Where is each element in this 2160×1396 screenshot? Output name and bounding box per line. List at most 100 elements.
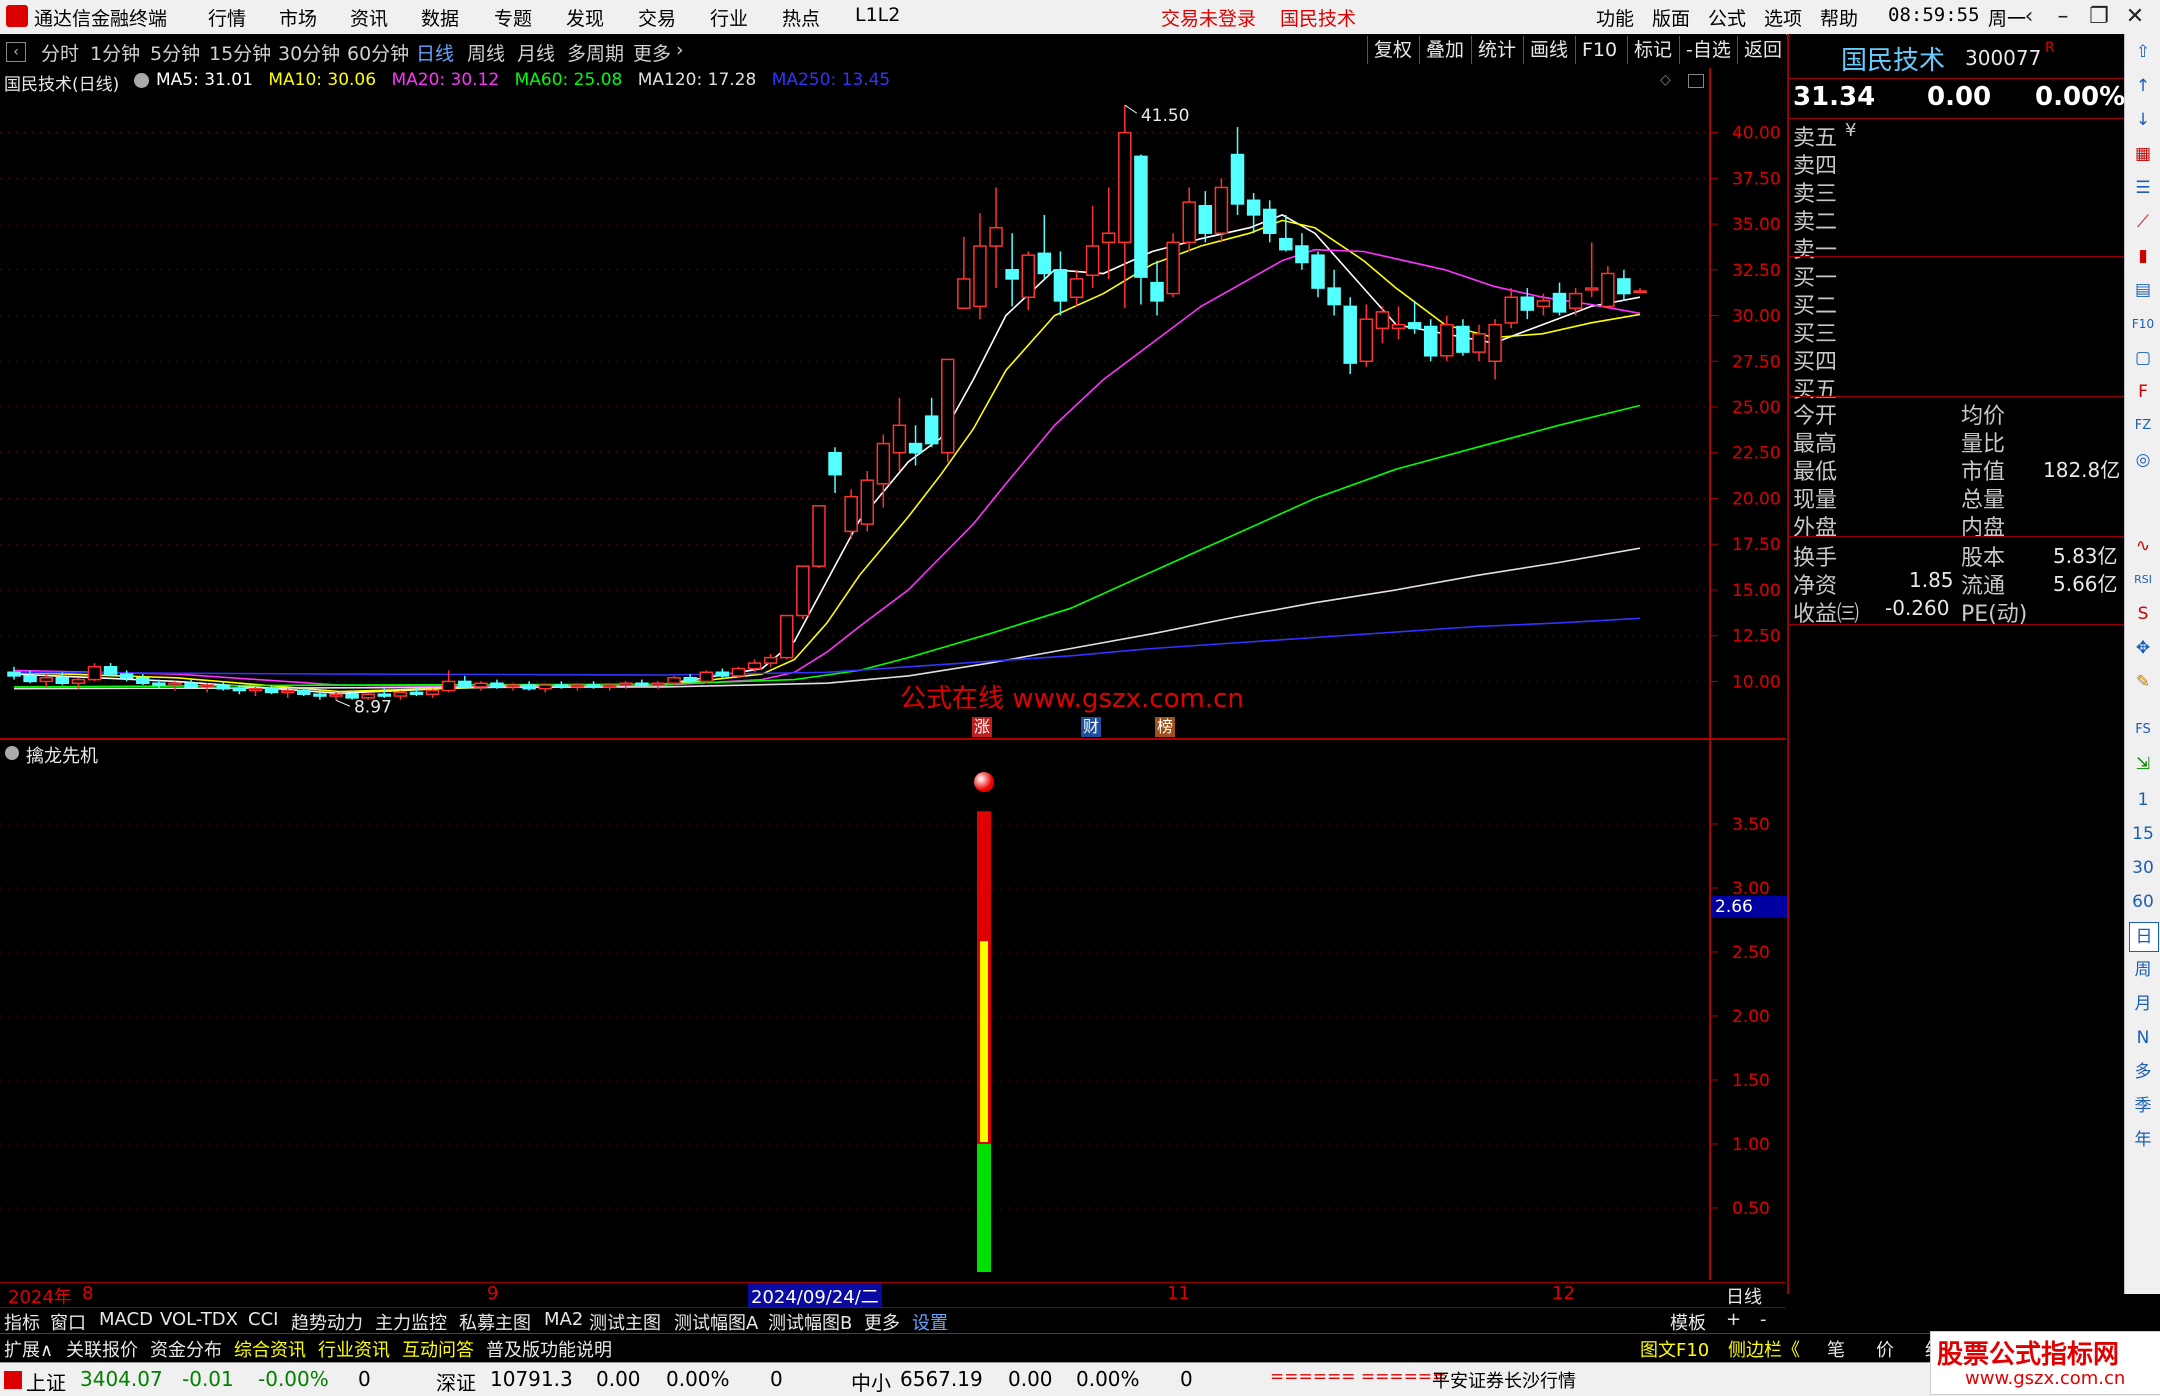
menu-redian[interactable]: 热点 — [782, 4, 820, 31]
circle-icon[interactable]: ◎ — [2129, 446, 2157, 474]
news-icon[interactable]: ▤ — [2129, 276, 2157, 304]
period-ji-button[interactable]: 季 — [2129, 1092, 2157, 1120]
list-icon[interactable]: ☰ — [2129, 174, 2157, 202]
tab-vol-tdx[interactable]: VOL-TDX — [160, 1309, 238, 1330]
period-30min[interactable]: 30分钟 — [278, 39, 340, 66]
tab-hangye-zixun[interactable]: 行业资讯 — [318, 1336, 390, 1362]
tool-huaxian[interactable]: 画线 — [1523, 36, 1574, 64]
zx-label[interactable]: 中小 — [851, 1367, 891, 1396]
menu-gongshi[interactable]: 公式 — [1708, 4, 1746, 31]
tab-bi[interactable]: 笔 — [1827, 1336, 1845, 1362]
broker-name[interactable]: 平安证券长沙行情 — [1432, 1367, 1576, 1393]
period-multi[interactable]: 多周期 — [567, 39, 624, 66]
period-weekly[interactable]: 周线 — [467, 39, 505, 66]
period-n-button[interactable]: N — [2129, 1024, 2157, 1052]
period-60-button[interactable]: 60 — [2129, 888, 2157, 916]
export-icon[interactable]: ⇲ — [2129, 750, 2157, 778]
pen-icon[interactable]: ✎ — [2129, 668, 2157, 696]
tab-zonghe[interactable]: 综合资讯 — [234, 1336, 306, 1362]
menu-banmian[interactable]: 版面 — [1652, 4, 1690, 31]
tab-zhibiao[interactable]: 指标 — [4, 1309, 40, 1335]
period-1min[interactable]: 1分钟 — [90, 39, 140, 66]
s-icon[interactable]: S — [2129, 600, 2157, 628]
close-icon[interactable]: ✕ — [2118, 2, 2152, 32]
event-marker-bang[interactable]: 榜 — [1155, 717, 1175, 737]
tab-ceshi-zhutu[interactable]: 测试主图 — [589, 1309, 661, 1335]
tool-diejia[interactable]: 叠加 — [1419, 36, 1470, 64]
tab-jia[interactable]: 价 — [1876, 1336, 1894, 1362]
menu-gongneng[interactable]: 功能 — [1596, 4, 1634, 31]
tab-ceshi-futu-b[interactable]: 测试幅图B — [768, 1309, 852, 1335]
fz-icon[interactable]: FZ — [2129, 412, 2157, 440]
menu-bangzhu[interactable]: 帮助 — [1820, 4, 1858, 31]
panel-toggle-icon[interactable] — [1688, 74, 1704, 88]
tab-cci[interactable]: CCI — [248, 1309, 278, 1330]
menu-shichang[interactable]: 市场 — [279, 4, 317, 31]
tab-macd[interactable]: MACD — [99, 1309, 153, 1330]
sz-label[interactable]: 深证 — [436, 1367, 476, 1396]
period-indicator[interactable]: 日线 — [1726, 1283, 1762, 1309]
remove-button[interactable]: - — [1760, 1309, 1767, 1330]
tool-tongji[interactable]: 统计 — [1471, 36, 1522, 64]
tool-f10[interactable]: F10 — [1575, 36, 1623, 64]
period-fenshi[interactable]: 分时 — [41, 39, 79, 66]
menu-xuanxiang[interactable]: 选项 — [1764, 4, 1802, 31]
tool-fanhui[interactable]: 返回 — [1737, 36, 1788, 64]
settings-gear-icon[interactable] — [134, 73, 149, 88]
indicator-toggle-icon[interactable] — [5, 746, 19, 760]
wave-icon[interactable]: ∿ — [2129, 532, 2157, 560]
period-30-button[interactable]: 30 — [2129, 854, 2157, 882]
tab-chuangkou[interactable]: 窗口 — [50, 1309, 86, 1335]
sub-indicator-chart[interactable]: 3.50 3.00 2.50 2.00 1.50 1.00 0.50 擒龙先机 2.66 — [0, 740, 1789, 1280]
fs-icon[interactable]: FS — [2129, 716, 2157, 744]
tab-zhuli[interactable]: 主力监控 — [375, 1309, 447, 1335]
tool-biaoji[interactable]: 标记 — [1627, 36, 1678, 64]
chart-icon[interactable]: ▦ — [2129, 140, 2157, 168]
menu-hangqing[interactable]: 行情 — [208, 4, 246, 31]
period-1-button[interactable]: 1 — [2129, 786, 2157, 814]
candle-icon[interactable]: ▮ — [2129, 242, 2157, 270]
period-nian-button[interactable]: 年 — [2129, 1126, 2157, 1154]
template-button[interactable]: 模板 — [1670, 1309, 1706, 1335]
tab-shezhi[interactable]: 设置 — [912, 1309, 948, 1335]
f-icon[interactable]: F — [2129, 378, 2157, 406]
rsi-icon[interactable]: RSI — [2129, 566, 2157, 594]
period-5min[interactable]: 5分钟 — [150, 39, 200, 66]
menu-shuju[interactable]: 数据 — [421, 4, 459, 31]
period-monthly[interactable]: 月线 — [517, 39, 555, 66]
period-ri-button[interactable]: 日 — [2129, 922, 2159, 952]
tab-guanlian[interactable]: 关联报价 — [66, 1336, 138, 1362]
add-button[interactable]: + — [1726, 1309, 1741, 1330]
period-more[interactable]: 更多 — [633, 39, 671, 66]
minimize-icon[interactable]: – — [2046, 2, 2080, 32]
tab-sidebar[interactable]: 侧边栏《 — [1728, 1336, 1800, 1362]
menu-jiaoyi[interactable]: 交易 — [638, 4, 676, 31]
period-60min[interactable]: 60分钟 — [347, 39, 409, 66]
collapse-icon[interactable]: ‹ — [6, 42, 26, 62]
f10-icon[interactable]: F10 — [2129, 310, 2157, 338]
tab-hudong[interactable]: 互动问答 — [402, 1336, 474, 1362]
tab-simu[interactable]: 私募主图 — [459, 1309, 531, 1335]
period-yue-button[interactable]: 月 — [2129, 990, 2157, 1018]
login-status[interactable]: 交易未登录 — [1161, 4, 1256, 31]
restore-icon[interactable]: ❐ — [2082, 2, 2116, 32]
move-icon[interactable]: ✥ — [2129, 634, 2157, 662]
tab-ceshi-futu-a[interactable]: 测试幅图A — [674, 1309, 758, 1335]
up-arrow-icon[interactable]: ⇧ — [2129, 38, 2157, 66]
down-icon[interactable]: ↓ — [2129, 106, 2157, 134]
tab-kuozhan[interactable]: 扩展∧ — [4, 1336, 53, 1362]
tool-zixuan[interactable]: -自选 — [1679, 36, 1737, 64]
diamond-icon[interactable]: ◇ — [1660, 72, 1671, 88]
period-zhou-button[interactable]: 周 — [2129, 956, 2157, 984]
tool-fuquan[interactable]: 复权 — [1367, 36, 1418, 64]
tab-gengduo[interactable]: 更多 — [864, 1309, 900, 1335]
period-duo-button[interactable]: 多 — [2129, 1058, 2157, 1086]
menu-faxian[interactable]: 发现 — [566, 4, 604, 31]
up-icon[interactable]: ↑ — [2129, 72, 2157, 100]
event-marker-cai[interactable]: 财 — [1081, 717, 1101, 737]
menu-l1l2[interactable]: L1L2 — [855, 4, 900, 26]
period-daily[interactable]: 日线 — [416, 39, 454, 66]
menu-hangye[interactable]: 行业 — [710, 4, 748, 31]
main-kline-chart[interactable]: 40.00 37.50 35.00 32.50 30.00 27.50 25.00 22.50… — [0, 68, 1786, 740]
square-icon[interactable]: ▢ — [2129, 344, 2157, 372]
